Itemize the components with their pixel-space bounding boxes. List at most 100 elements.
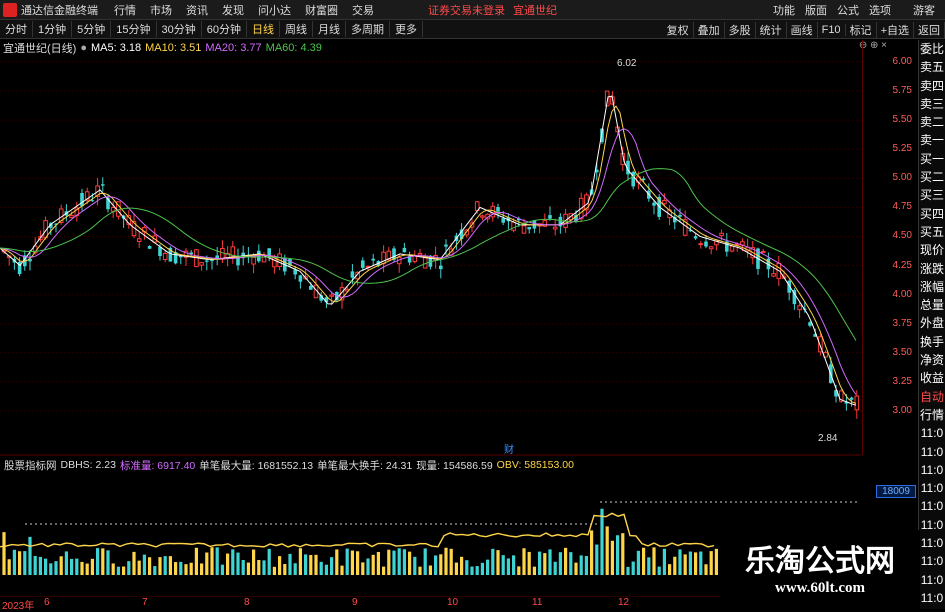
side-item[interactable]: 卖三	[919, 95, 945, 113]
login-notice[interactable]: 证券交易未登录	[428, 2, 505, 18]
menu-item-market[interactable]: 市场	[150, 2, 172, 18]
volume-bar	[564, 547, 568, 575]
menu-item-discover[interactable]: 发现	[222, 2, 244, 18]
side-item[interactable]: 买四	[919, 205, 945, 223]
indicator-name[interactable]: 股票指标网	[4, 458, 57, 473]
side-item[interactable]: 11:0	[919, 497, 945, 515]
candle-body	[147, 246, 152, 249]
current-volume: 现量: 154586.59	[416, 459, 493, 472]
side-item[interactable]: 自动	[919, 388, 945, 406]
side-item[interactable]: 11:0	[919, 552, 945, 570]
period-toolbar: 分时 1分钟 5分钟 15分钟 30分钟 60分钟 日线 周线 月线 多周期 更…	[0, 20, 945, 39]
side-item[interactable]: 涨跌	[919, 260, 945, 278]
side-item[interactable]: 收益	[919, 369, 945, 387]
btn-draw[interactable]: 画线	[787, 21, 818, 38]
menu-item-ask[interactable]: 问小达	[258, 2, 291, 18]
period-30min[interactable]: 30分钟	[157, 21, 202, 37]
btn-back[interactable]: 返回	[914, 21, 945, 38]
menu-layout[interactable]: 版面	[805, 2, 827, 18]
side-item[interactable]: 买五	[919, 223, 945, 241]
btn-add-favorite[interactable]: +自选	[877, 21, 914, 38]
kline-chart[interactable]	[0, 40, 862, 597]
candle-body	[101, 184, 105, 186]
volume-bar	[569, 552, 573, 575]
period-1min[interactable]: 1分钟	[33, 21, 73, 37]
volume-bar	[626, 566, 630, 575]
menu-formula[interactable]: 公式	[837, 2, 859, 18]
volume-bar	[402, 549, 406, 575]
volume-bar	[605, 526, 609, 575]
side-item[interactable]: 卖四	[919, 77, 945, 95]
side-item[interactable]: 委比	[919, 40, 945, 58]
finance-marker[interactable]: 财	[504, 441, 514, 456]
side-item[interactable]: 买三	[919, 186, 945, 204]
btn-f10[interactable]: F10	[818, 23, 846, 36]
side-item[interactable]: 行情	[919, 406, 945, 424]
period-intraday[interactable]: 分时	[0, 21, 33, 37]
menu-item-wealth[interactable]: 财富圈	[305, 2, 338, 18]
price-gridlines	[0, 61, 862, 412]
stock-link[interactable]: 宜通世纪	[513, 2, 557, 18]
menu-item-quotes[interactable]: 行情	[114, 2, 136, 18]
side-item[interactable]: 11:0	[919, 516, 945, 534]
volume-bar	[101, 548, 105, 575]
volume-bar	[668, 564, 672, 575]
period-5min[interactable]: 5分钟	[72, 21, 112, 37]
volume-bar	[142, 554, 146, 575]
period-15min[interactable]: 15分钟	[111, 21, 157, 37]
side-item[interactable]: 卖五	[919, 58, 945, 76]
period-daily[interactable]: 日线	[247, 21, 280, 37]
side-item[interactable]: 卖二	[919, 113, 945, 131]
volume-bar	[116, 566, 120, 575]
dbhs-value: DBHS: 2.23	[60, 459, 116, 471]
side-item[interactable]: 买二	[919, 168, 945, 186]
menu-guest[interactable]: 游客	[913, 2, 935, 18]
menu-item-news[interactable]: 资讯	[186, 2, 208, 18]
volume-bar	[532, 566, 536, 575]
volume-bar	[548, 549, 552, 575]
period-monthly[interactable]: 月线	[313, 21, 346, 37]
period-60min[interactable]: 60分钟	[202, 21, 247, 37]
btn-overlay[interactable]: 叠加	[694, 21, 725, 38]
side-item[interactable]: 总量	[919, 296, 945, 314]
candle-body	[350, 271, 355, 278]
menu-function[interactable]: 功能	[773, 2, 795, 18]
side-item[interactable]: 现价	[919, 241, 945, 259]
volume-bar	[28, 536, 32, 575]
side-item[interactable]: 净资	[919, 351, 945, 369]
side-item[interactable]: 卖一	[919, 131, 945, 149]
btn-stats[interactable]: 统计	[756, 21, 787, 38]
period-more[interactable]: 更多	[390, 21, 423, 37]
volume-bar	[257, 559, 261, 575]
period-weekly[interactable]: 周线	[280, 21, 313, 37]
side-item[interactable]: 11:0	[919, 534, 945, 552]
menu-item-trade[interactable]: 交易	[352, 2, 374, 18]
btn-multi-stock[interactable]: 多股	[725, 21, 756, 38]
volume-bar	[590, 530, 594, 575]
volume-bar	[382, 566, 386, 575]
menu-options[interactable]: 选项	[869, 2, 891, 18]
side-item[interactable]: 换手	[919, 333, 945, 351]
side-item[interactable]: 11:0	[919, 461, 945, 479]
volume-bar	[413, 556, 417, 575]
side-item[interactable]: 11:0	[919, 571, 945, 589]
volume-bar	[621, 533, 625, 575]
volume-bar	[2, 532, 6, 575]
btn-mark[interactable]: 标记	[846, 21, 877, 38]
volume-bar	[356, 551, 360, 575]
volume-bar	[324, 564, 328, 575]
side-item[interactable]: 涨幅	[919, 278, 945, 296]
side-item[interactable]: 买一	[919, 150, 945, 168]
volume-bar	[23, 551, 27, 575]
side-item[interactable]: 11:0	[919, 589, 945, 607]
side-item[interactable]: 11:0	[919, 479, 945, 497]
candle-body	[220, 248, 225, 260]
btn-adjust[interactable]: 复权	[663, 21, 694, 38]
volume-bar	[418, 566, 422, 575]
side-item[interactable]: 11:0	[919, 443, 945, 461]
period-multi[interactable]: 多周期	[346, 21, 390, 37]
candle-body	[797, 305, 802, 311]
side-item[interactable]: 外盘	[919, 314, 945, 332]
side-item[interactable]: 11:0	[919, 424, 945, 442]
volume-bar	[174, 562, 178, 575]
